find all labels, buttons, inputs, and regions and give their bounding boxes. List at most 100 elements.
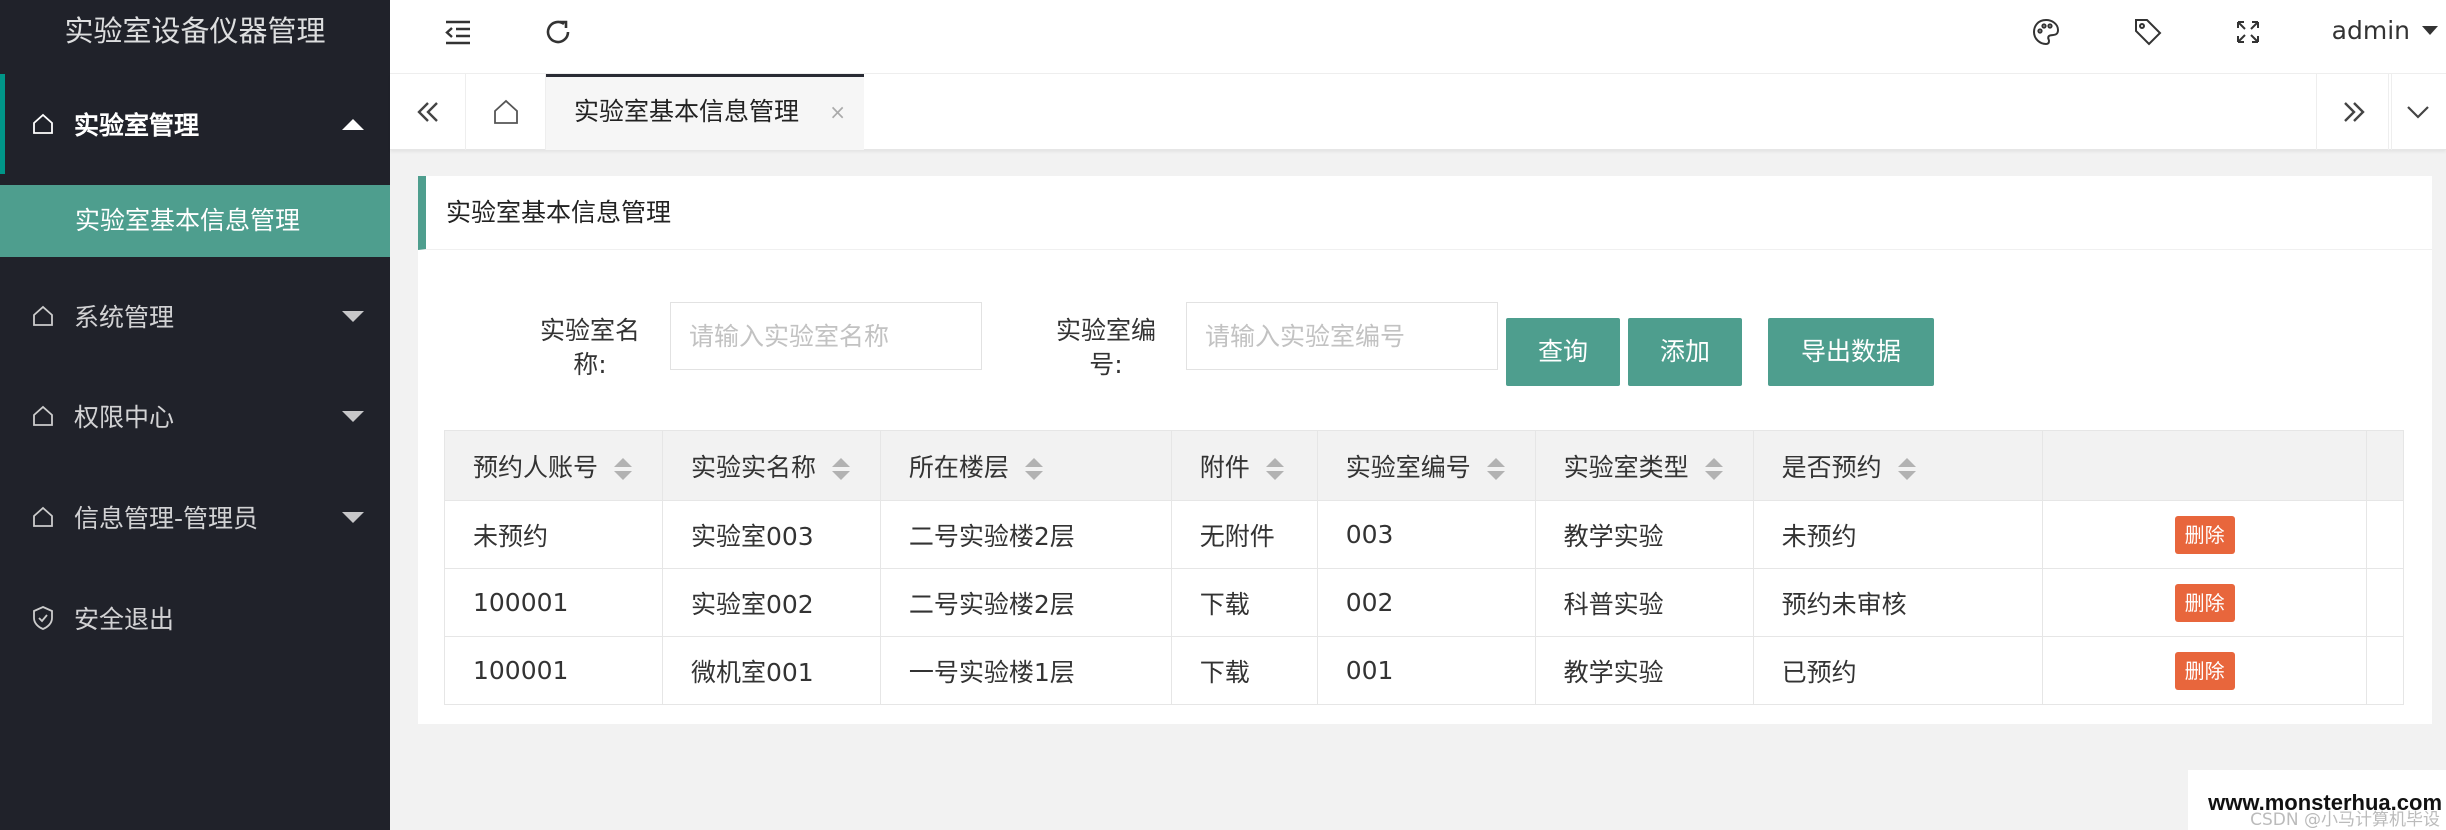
label-line: 实验室编	[1055, 316, 1156, 345]
delete-button[interactable]: 删除	[2174, 583, 2235, 622]
col-header-name[interactable]: 实验实名称	[661, 430, 881, 501]
sidebar-item-info-management-admin[interactable]: 信息管理-管理员	[0, 467, 390, 567]
chevron-down-icon	[342, 311, 364, 322]
col-header-code[interactable]: 实验室编号	[1316, 430, 1536, 501]
header-label: 附件	[1199, 452, 1250, 482]
home-icon	[30, 111, 56, 137]
close-icon[interactable]: ×	[829, 77, 846, 147]
tabs-bar: 实验室基本信息管理 ×	[390, 74, 2446, 150]
cell-actions: 删除	[2042, 636, 2367, 705]
download-link[interactable]: 下载	[1170, 636, 1318, 705]
tabs-menu-chevron-down-icon[interactable]	[2388, 74, 2446, 150]
col-header-scroll-gutter	[2365, 430, 2405, 501]
cell-type: 科普实验	[1534, 568, 1754, 637]
cell-floor: 一号实验楼1层	[879, 636, 1172, 705]
top-header: admin	[390, 0, 2446, 74]
header-label: 是否预约	[1781, 452, 1882, 482]
sidebar-item-label: 权限中心	[74, 403, 175, 432]
col-header-attachment[interactable]: 附件	[1170, 430, 1318, 501]
home-icon	[30, 504, 56, 530]
col-header-reserved[interactable]: 是否预约	[1752, 430, 2044, 501]
cell-code: 002	[1316, 568, 1536, 637]
tabs-scroll-right-icon[interactable]	[2316, 74, 2392, 150]
col-header-type[interactable]: 实验室类型	[1534, 430, 1754, 501]
cell-gutter	[2365, 500, 2405, 569]
username: admin	[2331, 16, 2410, 45]
cell-account: 100001	[444, 568, 663, 637]
lab-code-label: 实验室编 号:	[1046, 314, 1166, 382]
table-row: 100001 实验室002 二号实验楼2层 下载 002 科普实验 预约未审核 …	[444, 568, 2405, 637]
tab-label: 实验室基本信息管理	[574, 97, 800, 126]
tabs-scroll-left-icon[interactable]	[390, 74, 466, 150]
cell-name: 实验室002	[661, 568, 881, 637]
sort-icon[interactable]	[831, 457, 850, 480]
watermark-sub: CSDN @小马计算机毕设	[2250, 810, 2440, 830]
lab-code-input[interactable]	[1186, 302, 1498, 370]
cell-gutter	[2365, 636, 2405, 705]
header-label: 实验室类型	[1563, 452, 1689, 482]
lab-name-label: 实验室名 称:	[530, 314, 650, 382]
col-header-actions	[2042, 430, 2367, 501]
label-line: 称:	[573, 350, 607, 379]
delete-button[interactable]: 删除	[2174, 515, 2235, 554]
header-label: 实验实名称	[690, 452, 816, 482]
cell-floor: 二号实验楼2层	[879, 568, 1172, 637]
watermark: www.monsterhua.com CSDN @小马计算机毕设	[2188, 770, 2446, 830]
chevron-up-icon	[342, 119, 364, 130]
tab-home-icon[interactable]	[466, 74, 546, 150]
sidebar-item-logout[interactable]: 安全退出	[0, 568, 390, 668]
palette-icon[interactable]	[2026, 12, 2066, 52]
menu-fold-icon[interactable]	[438, 12, 478, 52]
fullscreen-icon[interactable]	[2228, 12, 2268, 52]
label-line: 号:	[1089, 350, 1123, 379]
cell-type: 教学实验	[1534, 636, 1754, 705]
cell-type: 教学实验	[1534, 500, 1754, 569]
sidebar-item-lab-management[interactable]: 实验室管理	[0, 74, 390, 174]
cell-code: 001	[1316, 636, 1536, 705]
cell-code: 003	[1316, 500, 1536, 569]
user-menu[interactable]: admin	[2332, 0, 2446, 62]
tag-icon[interactable]	[2128, 12, 2168, 52]
chevron-down-icon	[342, 512, 364, 523]
sort-icon[interactable]	[1024, 457, 1043, 480]
sidebar-item-permission-center[interactable]: 权限中心	[0, 366, 390, 466]
sort-icon[interactable]	[1897, 457, 1916, 480]
col-header-floor[interactable]: 所在楼层	[879, 430, 1172, 501]
cell-name: 实验室003	[661, 500, 881, 569]
shield-check-icon	[30, 605, 56, 631]
sidebar-item-system-management[interactable]: 系统管理	[0, 266, 390, 366]
sort-icon[interactable]	[1704, 457, 1723, 480]
tab-lab-basic-info[interactable]: 实验室基本信息管理 ×	[546, 74, 864, 150]
add-button[interactable]: 添加	[1628, 318, 1742, 386]
lab-table: 预约人账号 实验实名称 所在楼层 附件 实验室编号 实验室类型 是否预约 未预约…	[444, 430, 2405, 705]
download-link[interactable]: 下载	[1170, 568, 1318, 637]
cell-name: 微机室001	[661, 636, 881, 705]
cell-attachment: 无附件	[1170, 500, 1318, 569]
card-title: 实验室基本信息管理	[418, 176, 2432, 250]
sidebar-item-label: 系统管理	[74, 303, 175, 332]
lab-name-input[interactable]	[670, 302, 982, 370]
sort-icon[interactable]	[614, 457, 633, 480]
cell-floor: 二号实验楼2层	[879, 500, 1172, 569]
home-icon	[30, 403, 56, 429]
cell-account: 100001	[444, 636, 663, 705]
cell-actions: 删除	[2042, 568, 2367, 637]
delete-button[interactable]: 删除	[2174, 651, 2235, 690]
cell-reserved: 未预约	[1752, 500, 2044, 569]
query-button[interactable]: 查询	[1506, 318, 1620, 386]
header-label: 实验室编号	[1345, 452, 1471, 482]
export-button[interactable]: 导出数据	[1768, 318, 1934, 386]
table-header-row: 预约人账号 实验实名称 所在楼层 附件 实验室编号 实验室类型 是否预约	[444, 430, 2405, 501]
refresh-icon[interactable]	[538, 12, 578, 52]
sort-icon[interactable]	[1486, 457, 1505, 480]
col-header-account[interactable]: 预约人账号	[444, 430, 663, 501]
sort-icon[interactable]	[1265, 457, 1284, 480]
sidebar-item-label: 实验室管理	[74, 111, 200, 140]
sidebar-subitem-lab-basic-info[interactable]: 实验室基本信息管理	[0, 185, 390, 257]
caret-down-icon	[2422, 26, 2438, 35]
cell-reserved: 已预约	[1752, 636, 2044, 705]
cell-account: 未预约	[444, 500, 663, 569]
table-row: 100001 微机室001 一号实验楼1层 下载 001 教学实验 已预约 删除	[444, 636, 2405, 705]
sidebar-item-label: 信息管理-管理员	[74, 504, 259, 533]
chevron-down-icon	[342, 411, 364, 422]
